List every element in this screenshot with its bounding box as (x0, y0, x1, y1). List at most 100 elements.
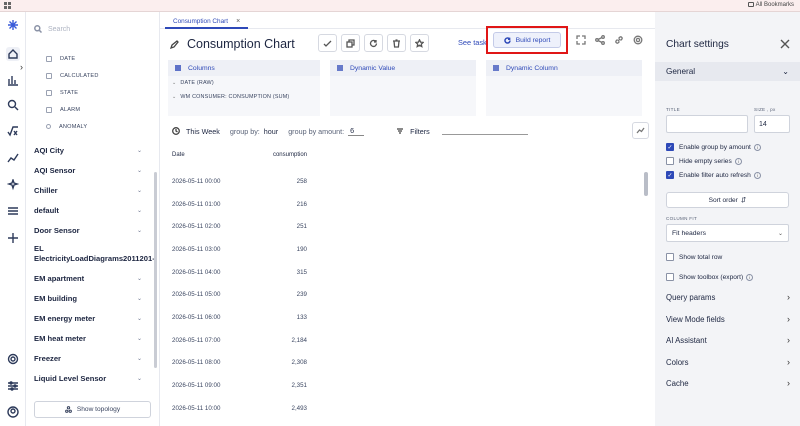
build-report-button[interactable]: Build report (493, 32, 561, 48)
sparkles-icon[interactable] (6, 178, 20, 192)
field-item-anomaly[interactable]: ANOMALY (46, 118, 99, 135)
close-tab-icon[interactable]: × (236, 18, 240, 25)
group-aqi-sensor[interactable]: AQI Sensor ⌄ (26, 160, 152, 180)
close-icon[interactable] (780, 39, 790, 49)
column-item-consumption[interactable]: ⌄ WM CONSUMER: CONSUMPTION (SUM) (168, 90, 320, 104)
period-selector[interactable]: This Week (186, 127, 220, 136)
group-em-building[interactable]: EM building ⌄ (26, 288, 152, 308)
table-row[interactable]: 2026-05-11 06:00 133 (172, 306, 312, 329)
columns-header: Columns (168, 60, 320, 76)
field-item-date[interactable]: DATE (46, 50, 99, 67)
title-input[interactable] (666, 115, 748, 133)
table-row[interactable]: 2026-05-11 10:00 2,493 (172, 397, 312, 420)
info-icon[interactable]: i (753, 143, 761, 151)
dynamic-value-dropzone[interactable]: Dynamic Value (330, 60, 476, 116)
column-header-date[interactable]: Date (172, 152, 262, 166)
sidebar-scrollbar[interactable] (154, 172, 157, 368)
table-row[interactable]: 2026-05-11 08:00 2,308 (172, 352, 312, 375)
info-icon[interactable]: i (753, 171, 761, 179)
ai-assistant-section[interactable]: AI Assistant › (666, 333, 790, 347)
user-icon[interactable] (6, 405, 20, 419)
search-input[interactable]: Search (34, 22, 144, 36)
calculator-icon (46, 72, 52, 79)
dynamic-column-dropzone[interactable]: Dynamic Column (486, 60, 642, 116)
table-row[interactable]: 2026-05-11 00:00 258 (172, 170, 312, 193)
group-by-selector[interactable]: hour (264, 127, 278, 136)
query-params-section[interactable]: Query params › (666, 290, 790, 304)
show-total-row-checkbox[interactable]: Show total row (666, 252, 722, 262)
table-row[interactable]: 2026-05-11 09:00 2,351 (172, 374, 312, 397)
column-header-consumption[interactable]: consumption (262, 152, 307, 166)
settings-gear-icon[interactable] (6, 352, 20, 366)
hide-empty-series-checkbox[interactable]: Hide empty series i (666, 156, 742, 166)
group-default[interactable]: default ⌄ (26, 200, 152, 220)
tab-consumption-chart[interactable]: Consumption Chart × (165, 15, 249, 29)
column-item-date[interactable]: ⌄ DATE (RAW) (168, 76, 320, 90)
show-toolbox-checkbox[interactable]: Show toolbox (export) i (666, 272, 754, 282)
columns-dropzone[interactable]: Columns ⌄ DATE (RAW) ⌄ WM CONSUMER: CONSUM… (168, 60, 320, 116)
info-icon[interactable]: i (734, 157, 742, 165)
table-row[interactable]: 2026-05-11 05:00 239 (172, 283, 312, 306)
cache-section[interactable]: Cache › (666, 376, 790, 390)
enable-filter-auto-refresh-checkbox[interactable]: ✓ Enable filter auto refresh i (666, 170, 761, 180)
table-row[interactable]: 2026-05-11 02:00 251 (172, 215, 312, 238)
show-topology-button[interactable]: Show topology (34, 401, 151, 418)
plus-icon[interactable] (6, 231, 20, 245)
sort-order-button[interactable]: Sort order ⇵ (666, 192, 789, 208)
table-scrollbar[interactable] (644, 172, 648, 196)
column-fit-select[interactable]: Fit headers ⌄ (666, 224, 789, 242)
logo-icon[interactable] (6, 18, 20, 32)
general-section-header[interactable]: General ⌄ (655, 62, 800, 81)
all-bookmarks-link[interactable]: All Bookmarks (747, 2, 794, 8)
size-input[interactable]: 14 (754, 115, 790, 133)
group-chiller[interactable]: Chiller ⌄ (26, 180, 152, 200)
see-task-link[interactable]: See task (458, 38, 487, 47)
favorite-button[interactable] (410, 34, 429, 52)
enable-group-by-amount-checkbox[interactable]: ✓ Enable group by amount i (666, 142, 761, 152)
bar-chart-icon[interactable] (6, 73, 20, 87)
table-row[interactable]: 2026-05-11 03:00 190 (172, 238, 312, 261)
chevron-down-icon: ⌄ (136, 355, 142, 362)
duplicate-button[interactable] (341, 34, 360, 52)
group-aqi-city[interactable]: AQI City ⌄ (26, 140, 152, 160)
filters-input[interactable] (441, 127, 528, 135)
report-title: Consumption Chart (187, 37, 295, 51)
delete-button[interactable] (387, 34, 406, 52)
save-check-button[interactable] (318, 34, 337, 52)
group-liquid-level-sensor[interactable]: Liquid Level Sensor ⌄ (26, 368, 152, 388)
colors-section[interactable]: Colors › (666, 355, 790, 369)
apps-grid-icon[interactable] (4, 2, 11, 9)
chart-view-toggle[interactable] (632, 122, 649, 139)
sliders-icon[interactable] (6, 379, 20, 393)
group-door-sensor[interactable]: Door Sensor ⌄ (26, 220, 152, 240)
field-item-state[interactable]: STATE (46, 84, 99, 101)
formula-icon[interactable] (6, 124, 20, 138)
view-mode-fields-section[interactable]: View Mode fields › (666, 312, 790, 326)
gear-icon[interactable] (633, 35, 643, 45)
group-em-energy-meter[interactable]: EM energy meter ⌄ (26, 308, 152, 328)
fullscreen-icon[interactable] (576, 35, 586, 45)
field-item-calculated[interactable]: CALCULATED (46, 67, 99, 84)
group-em-heat-meter[interactable]: EM heat meter ⌄ (26, 328, 152, 348)
table-row[interactable]: 2026-05-11 01:00 216 (172, 193, 312, 216)
search-chart-icon[interactable] (6, 98, 20, 112)
field-item-alarm[interactable]: ALARM (46, 101, 99, 118)
menu-lines-icon[interactable] (6, 204, 20, 218)
table-row[interactable]: 2026-05-11 07:00 2,184 (172, 329, 312, 352)
info-icon[interactable]: i (746, 273, 754, 281)
chevron-down-icon: ⌄ (136, 335, 142, 342)
group-amount-input[interactable]: 6 (348, 126, 365, 136)
group-em-apartment[interactable]: EM apartment ⌄ (26, 268, 152, 288)
expand-sidebar-chevron-icon[interactable]: › (20, 62, 23, 72)
sort-icon: ⇵ (740, 197, 747, 204)
group-el-electricity[interactable]: EL ElectricityLoadDiagrams2011201- (26, 240, 155, 268)
share-icon[interactable] (595, 35, 605, 45)
line-chart-icon[interactable] (6, 151, 20, 165)
refresh-button[interactable] (364, 34, 383, 52)
edit-pencil-icon[interactable] (169, 39, 179, 49)
group-freezer[interactable]: Freezer ⌄ (26, 348, 152, 368)
table-row[interactable]: 2026-05-11 04:00 315 (172, 261, 312, 284)
home-icon[interactable] (6, 47, 20, 61)
filters-control[interactable]: Filters (396, 127, 528, 136)
link-icon[interactable] (614, 35, 624, 45)
